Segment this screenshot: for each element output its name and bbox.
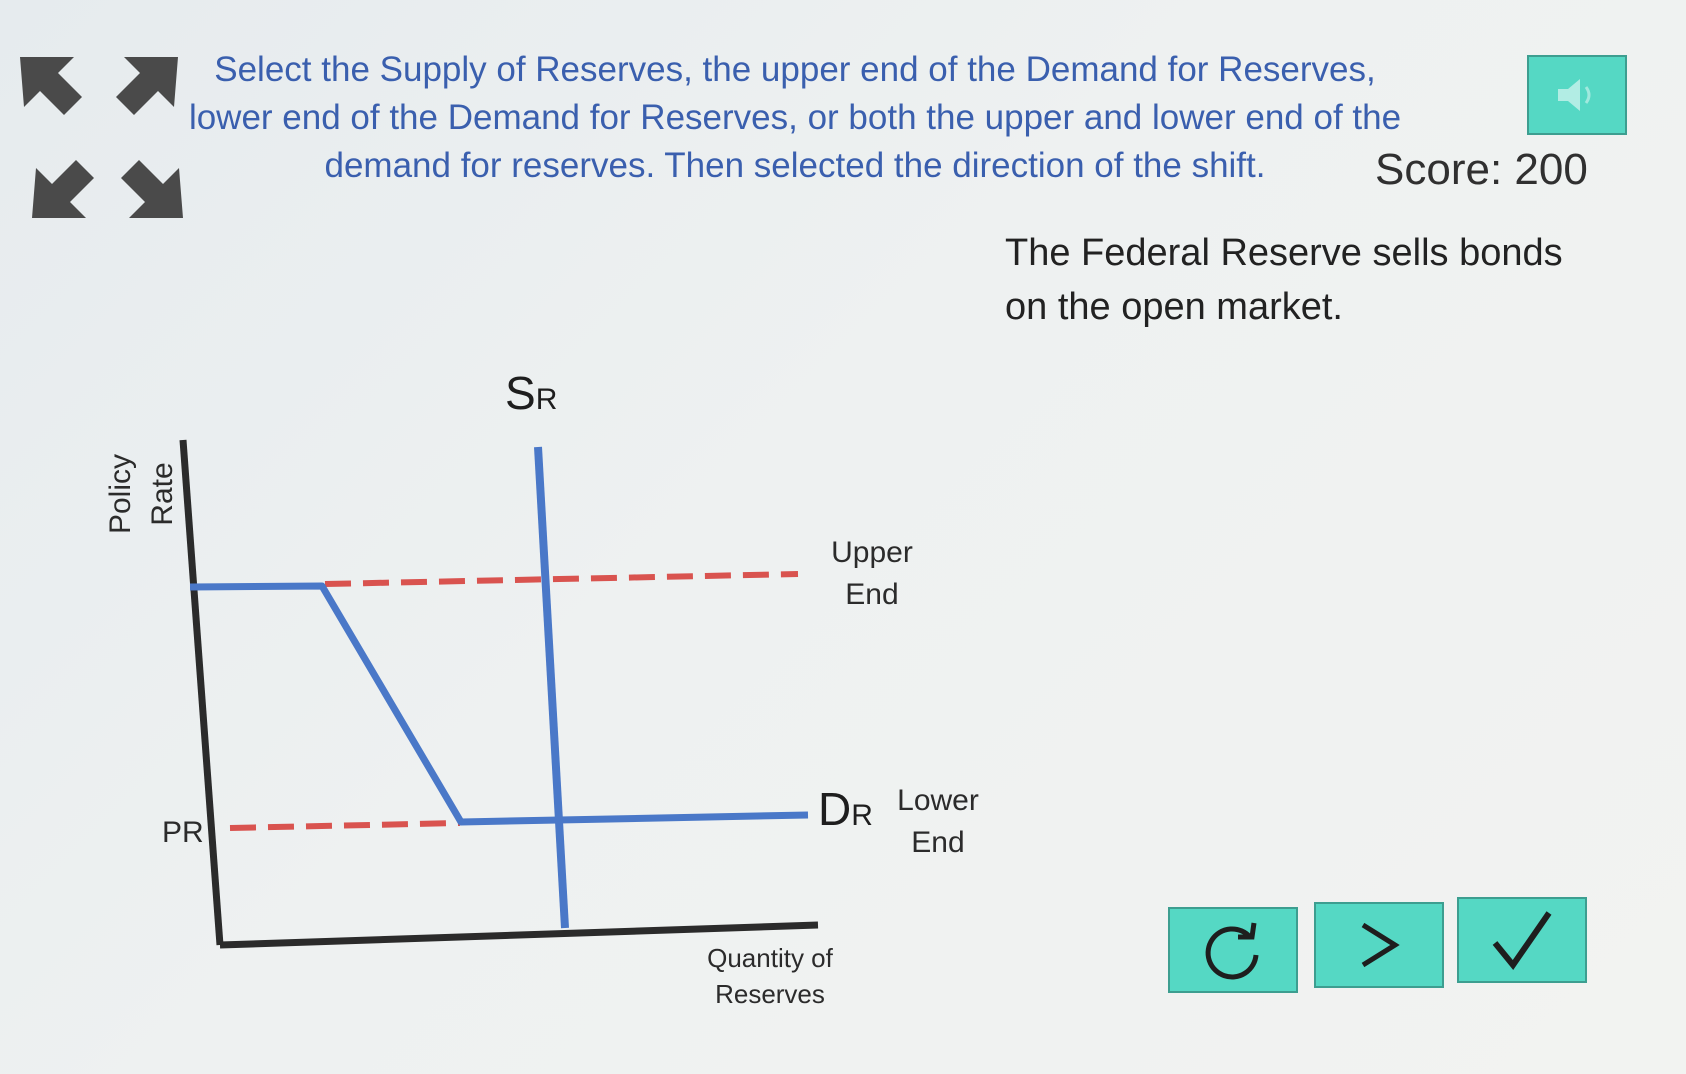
next-button[interactable] — [1314, 902, 1444, 988]
check-icon — [1492, 911, 1552, 970]
supply-curve-label[interactable]: SR — [505, 366, 557, 420]
x-axis-label-line-1: Quantity of — [707, 943, 833, 973]
supply-label-main: S — [505, 367, 536, 419]
demand-label-main: D — [818, 783, 852, 835]
reset-button[interactable] — [1168, 907, 1298, 993]
submit-button[interactable] — [1457, 897, 1587, 983]
upper-end-line-1: Upper — [831, 536, 913, 569]
y-axis-label: Policy Rate — [100, 434, 184, 554]
x-axis-label-line-2: Reserves — [715, 979, 825, 1009]
supply-curve[interactable] — [534, 446, 569, 929]
y-axis-label-line-2: Rate — [146, 462, 179, 526]
upper-end-dashed-line — [324, 571, 799, 587]
demand-label-sub: R — [851, 799, 873, 832]
lower-end-label[interactable]: Lower End — [888, 780, 988, 864]
chevron-right-icon — [1361, 922, 1400, 968]
upper-end-label[interactable]: Upper End — [822, 532, 922, 616]
supply-label-sub: R — [535, 383, 558, 416]
y-axis-label-line-1: Policy — [104, 453, 137, 535]
x-axis-label: Quantity of Reserves — [680, 940, 860, 1012]
reset-icon — [1205, 922, 1259, 980]
policy-rate-label: PR — [162, 816, 204, 849]
lower-end-line-1: Lower — [897, 784, 979, 817]
y-axis — [179, 439, 224, 946]
demand-curve[interactable] — [189, 582, 809, 826]
upper-end-line-2: End — [845, 578, 899, 611]
policy-rate-dashed-line — [229, 820, 461, 831]
lower-end-line-2: End — [911, 826, 965, 859]
demand-curve-label[interactable]: DR — [818, 782, 873, 836]
